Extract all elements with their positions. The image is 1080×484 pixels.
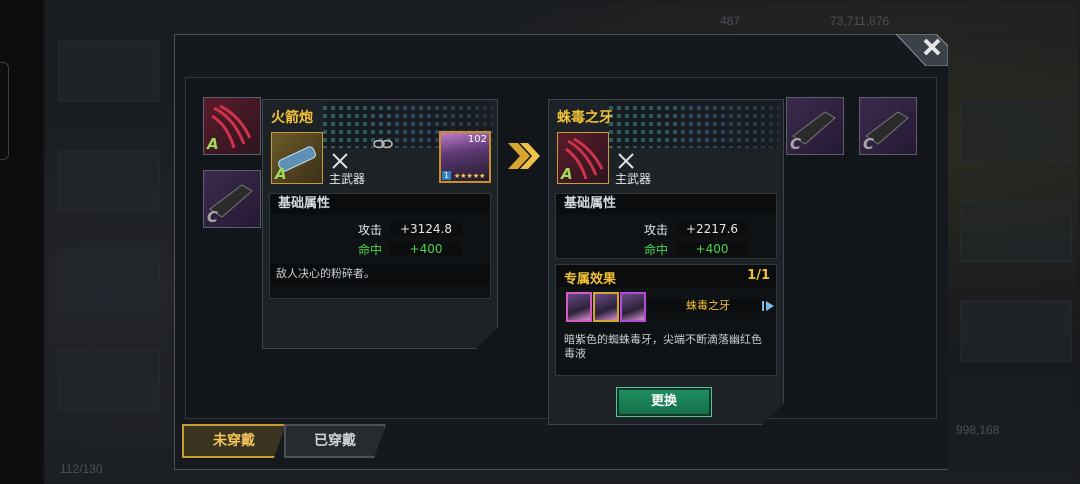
current-item-tooltip: 火箭炮 A 主武器 102 1 ★★★★★ 基础属性 攻击 +3124.8 命中… [262, 99, 498, 349]
equipped-hero-portrait[interactable]: 102 1 ★★★★★ [439, 131, 491, 183]
stat-value-attack: +3124.8 [390, 222, 462, 236]
close-icon [896, 34, 948, 66]
close-button[interactable] [896, 34, 948, 66]
hero-portrait [566, 292, 592, 322]
new-item-tooltip: 蛛毒之牙 A 主武器 基础属性 攻击 +2217.6 命中 +400 专属效果 … [548, 99, 784, 425]
item-description: 敌人决心的粉碎者。 [270, 264, 490, 284]
grade-badge: C [207, 208, 219, 226]
inventory-slot[interactable]: C [786, 97, 844, 155]
link-icon [373, 138, 393, 150]
exclusive-title: 专属效果 [564, 272, 617, 287]
background-value: 998,168 [956, 423, 1000, 437]
slot-type-label: 主武器 [329, 172, 366, 186]
grade-badge: A [207, 135, 219, 153]
compare-arrow-icon [508, 143, 540, 169]
tab-equipped[interactable]: 已穿戴 [284, 424, 386, 458]
grade-badge: C [863, 135, 875, 153]
background-value: 112/130 [60, 462, 103, 476]
slot-type-label: 主武器 [615, 172, 652, 186]
rocket-launcher-icon: A [271, 132, 323, 184]
exclusive-effect-name: 蛛毒之牙 [686, 299, 730, 312]
hero-level: 102 [467, 134, 487, 145]
exclusive-effect-section: 专属效果 1/1 蛛毒之牙 暗紫色的蜘蛛毒牙，尖端不断滴落幽红色毒液 [555, 264, 777, 376]
inventory-slot[interactable]: C [203, 170, 261, 228]
section-title: 基础属性 [556, 194, 776, 214]
grade-badge: A [275, 165, 287, 183]
stat-label-attack: 攻击 [358, 223, 383, 237]
swap-button[interactable]: 更换 [617, 388, 711, 416]
base-attributes-section: 基础属性 攻击 +2217.6 命中 +400 [555, 193, 777, 259]
inventory-slot[interactable]: A [203, 97, 261, 155]
tab-unequipped[interactable]: 未穿戴 [182, 424, 286, 458]
hero-portrait [620, 292, 646, 322]
crossed-swords-icon [617, 152, 635, 170]
crossed-swords-icon [331, 152, 349, 170]
grade-badge: A [561, 165, 573, 183]
stat-label-attack: 攻击 [644, 223, 669, 237]
item-description: 暗紫色的蜘蛛毒牙，尖端不断滴落幽红色毒液 [564, 333, 762, 360]
base-attributes-section: 基础属性 攻击 +3124.8 命中 +400 敌人决心的粉碎者。 [269, 193, 491, 299]
hero-stars: ★★★★★ [454, 172, 486, 180]
hero-portrait [593, 292, 619, 322]
grade-badge: C [790, 135, 802, 153]
stat-value-hit: +400 [676, 242, 748, 256]
section-title: 基础属性 [270, 194, 490, 214]
exclusive-count: 1/1 [747, 268, 770, 283]
screen-edge [0, 0, 44, 484]
play-arrow-icon[interactable] [762, 301, 774, 311]
background-value: 487 [720, 14, 741, 28]
item-title: 火箭炮 [271, 110, 313, 126]
hero-rank: 1 [444, 171, 450, 180]
stat-label-hit: 命中 [358, 243, 383, 257]
stat-value-hit: +400 [390, 242, 462, 256]
item-title: 蛛毒之牙 [557, 110, 613, 126]
claw-weapon-icon: A [557, 132, 609, 184]
inventory-slot[interactable]: C [859, 97, 917, 155]
stat-label-hit: 命中 [644, 243, 669, 257]
stat-value-attack: +2217.6 [676, 222, 748, 236]
background-value: 73,711,876 [830, 14, 890, 28]
